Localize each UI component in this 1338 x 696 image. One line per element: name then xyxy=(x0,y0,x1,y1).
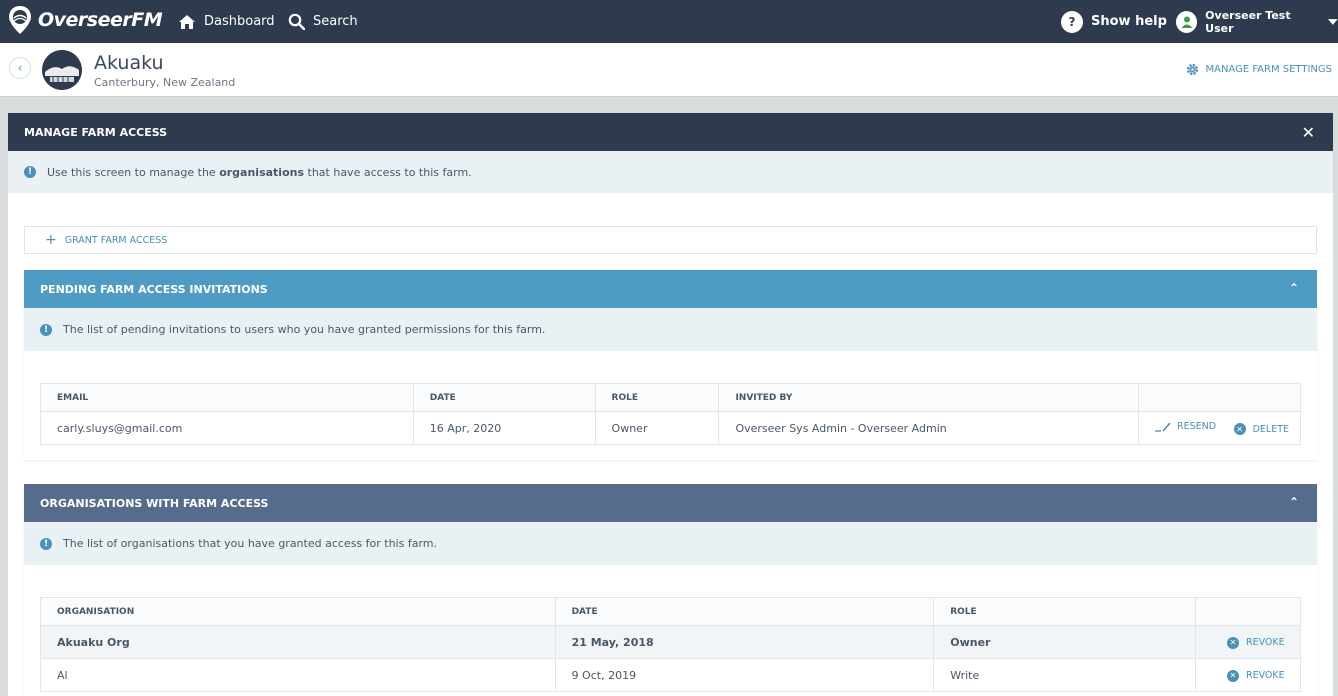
column-header: INVITED BY xyxy=(718,383,1140,412)
organisation-cell: Akuaku Org xyxy=(40,625,556,659)
close-circle-icon: ✕ xyxy=(1227,636,1239,649)
user-menu[interactable]: Overseer Test User xyxy=(1176,0,1338,43)
table-row: Akuaku Org 21 May, 2018 Owner ✕ REVOKE xyxy=(40,625,1301,659)
back-button[interactable]: ‹ xyxy=(9,57,31,79)
manage-farm-settings-link[interactable]: MANAGE FARM SETTINGS xyxy=(1186,63,1332,76)
panel-title: MANAGE FARM ACCESS xyxy=(24,125,168,139)
column-header: EMAIL xyxy=(40,383,414,412)
pending-invitations-header[interactable]: PENDING FARM ACCESS INVITATIONS ⌃ xyxy=(24,270,1317,308)
pencil-icon xyxy=(1155,421,1171,432)
role-cell: Write xyxy=(933,658,1196,692)
pin-logo-icon xyxy=(9,6,31,34)
revoke-button[interactable]: ✕ REVOKE xyxy=(1227,669,1285,682)
actions-cell: RESEND ✕ DELETE xyxy=(1138,411,1301,445)
close-circle-icon: ✕ xyxy=(1227,669,1239,682)
pending-invitations-table: EMAIL DATE ROLE INVITED BY carly.sluys@g… xyxy=(40,383,1301,445)
manage-farm-settings-label: MANAGE FARM SETTINGS xyxy=(1205,64,1332,75)
date-cell: 16 Apr, 2020 xyxy=(412,411,596,445)
delete-button[interactable]: ✕ DELETE xyxy=(1233,423,1290,435)
column-header xyxy=(1138,383,1301,412)
column-header: DATE xyxy=(412,383,596,412)
chevron-up-icon[interactable]: ⌃ xyxy=(1289,495,1299,509)
nav-dashboard[interactable]: Dashboard xyxy=(178,0,275,43)
delete-label: DELETE xyxy=(1252,423,1290,435)
resend-button[interactable]: RESEND xyxy=(1155,421,1216,432)
pending-invitations-section: PENDING FARM ACCESS INVITATIONS ⌃ ! The … xyxy=(24,270,1317,460)
organisations-info-bar: ! The list of organisations that you hav… xyxy=(24,522,1317,565)
role-cell: Owner xyxy=(594,411,720,445)
date-cell: 21 May, 2018 xyxy=(554,625,935,659)
info-icon: ! xyxy=(24,166,36,178)
user-name: Overseer Test User xyxy=(1205,8,1291,35)
column-header: DATE xyxy=(554,597,935,626)
revoke-button[interactable]: ✕ REVOKE xyxy=(1227,636,1285,649)
panel-info-text: Use this screen to manage the organisati… xyxy=(47,165,472,179)
table-row: carly.sluys@gmail.com 16 Apr, 2020 Owner… xyxy=(40,411,1301,445)
actions-cell: ✕ REVOKE xyxy=(1195,658,1301,692)
chevron-up-icon[interactable]: ⌃ xyxy=(1289,281,1299,295)
user-avatar-icon xyxy=(1176,10,1198,33)
table-row: Al 9 Oct, 2019 Write ✕ REVOKE xyxy=(40,658,1301,692)
info-icon: ! xyxy=(40,323,52,336)
plus-icon: + xyxy=(45,232,57,248)
farm-name: Akuaku xyxy=(94,52,164,74)
column-header: ORGANISATION xyxy=(40,597,556,626)
info-icon: ! xyxy=(40,537,52,550)
pending-info-bar: ! The list of pending invitations to use… xyxy=(24,308,1317,351)
caret-down-icon xyxy=(1328,18,1338,25)
organisations-info-text: The list of organisations that you have … xyxy=(63,537,437,550)
chevron-left-icon: ‹ xyxy=(17,61,23,75)
grant-farm-access-button[interactable]: + GRANT FARM ACCESS xyxy=(24,226,1317,254)
top-navigation: OverseerFM Dashboard Search ? Show help … xyxy=(0,0,1338,43)
grant-farm-access-label: GRANT FARM ACCESS xyxy=(64,234,168,246)
revoke-label: REVOKE xyxy=(1246,670,1285,682)
panel-info-bar: ! Use this screen to manage the organisa… xyxy=(8,151,1333,193)
nav-dashboard-label: Dashboard xyxy=(204,14,275,29)
manage-farm-access-panel: MANAGE FARM ACCESS ✕ ! Use this screen t… xyxy=(8,113,1333,696)
farm-location: Canterbury, New Zealand xyxy=(94,76,236,89)
brand-logo[interactable]: OverseerFM xyxy=(8,5,163,35)
search-icon xyxy=(288,13,305,30)
farm-header: ‹ Akuaku Canterbury, New Zealand MANAGE … xyxy=(0,43,1338,97)
home-icon xyxy=(179,14,195,29)
column-header: ROLE xyxy=(933,597,1196,626)
column-header: ROLE xyxy=(594,383,720,412)
actions-cell: ✕ REVOKE xyxy=(1195,625,1301,659)
resend-label: RESEND xyxy=(1177,421,1217,432)
revoke-label: REVOKE xyxy=(1246,637,1285,649)
brand-name: OverseerFM xyxy=(38,9,163,31)
panel-header: MANAGE FARM ACCESS ✕ xyxy=(8,113,1333,151)
organisations-section: ORGANISATIONS WITH FARM ACCESS ⌃ ! The l… xyxy=(24,484,1317,696)
organisations-title: ORGANISATIONS WITH FARM ACCESS xyxy=(40,496,269,510)
show-help-label: Show help xyxy=(1091,14,1167,29)
role-cell: Owner xyxy=(933,625,1196,659)
close-icon[interactable]: ✕ xyxy=(1302,123,1315,142)
nav-search[interactable]: Search xyxy=(288,0,358,43)
organisations-table: ORGANISATION DATE ROLE Akuaku Org 21 May… xyxy=(40,597,1301,692)
organisation-cell: Al xyxy=(40,658,556,692)
invited-by-cell: Overseer Sys Admin - Overseer Admin xyxy=(718,411,1140,445)
email-cell: carly.sluys@gmail.com xyxy=(40,411,414,445)
farm-avatar xyxy=(42,50,82,90)
table-header-row: ORGANISATION DATE ROLE xyxy=(40,597,1301,626)
date-cell: 9 Oct, 2019 xyxy=(554,658,935,692)
gear-icon xyxy=(1187,63,1199,76)
table-header-row: EMAIL DATE ROLE INVITED BY xyxy=(40,383,1301,412)
nav-search-label: Search xyxy=(313,14,358,29)
close-circle-icon: ✕ xyxy=(1233,423,1246,435)
pending-invitations-title: PENDING FARM ACCESS INVITATIONS xyxy=(40,282,268,296)
help-icon: ? xyxy=(1061,10,1083,33)
column-header xyxy=(1195,597,1301,626)
pending-info-text: The list of pending invitations to users… xyxy=(63,323,546,336)
show-help-button[interactable]: ? Show help xyxy=(1061,0,1167,43)
organisations-header[interactable]: ORGANISATIONS WITH FARM ACCESS ⌃ xyxy=(24,484,1317,522)
